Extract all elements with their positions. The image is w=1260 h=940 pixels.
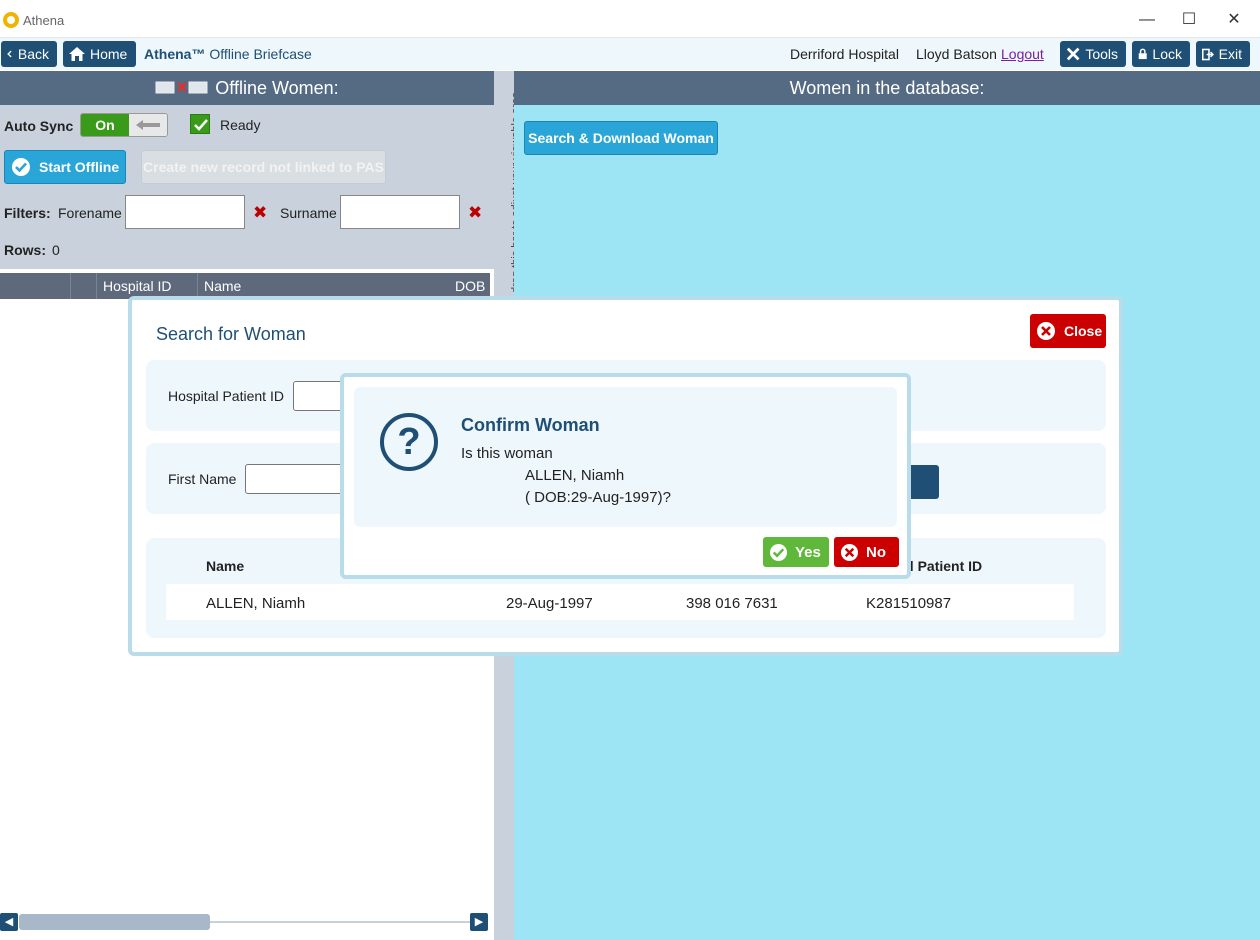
rows-count: 0 [52, 242, 60, 258]
user-name: Lloyd Batson [916, 46, 997, 62]
lock-label: Lock [1152, 46, 1182, 62]
auto-sync-toggle[interactable]: On [80, 113, 168, 137]
result-nhs-number: 398 016 7631 [686, 595, 778, 612]
no-button[interactable]: No [834, 537, 899, 567]
lock-icon [1138, 48, 1147, 60]
back-button[interactable]: Back [1, 41, 57, 67]
filters-label: Filters: [4, 205, 51, 221]
confirm-name: ALLEN, Niamh [525, 467, 625, 484]
exit-icon [1202, 48, 1214, 60]
confirm-woman-dialog: ? Confirm Woman Is this woman ALLEN, Nia… [340, 373, 911, 579]
window-close-button[interactable]: ✕ [1211, 6, 1257, 34]
athena-logo-icon [3, 12, 19, 28]
check-circle-icon [12, 158, 30, 176]
hospital-name: Derriford Hospital [790, 46, 899, 62]
close-button[interactable]: Close [1030, 314, 1106, 348]
database-women-header: Women in the database: [514, 71, 1260, 105]
result-name: ALLEN, Niamh [206, 595, 306, 612]
scroll-thumb[interactable] [19, 914, 210, 930]
close-label: Close [1064, 323, 1103, 339]
clear-forename-icon[interactable]: ✖ [253, 203, 267, 223]
search-dialog-title: Search for Woman [156, 324, 306, 344]
tools-button[interactable]: Tools [1060, 41, 1126, 67]
column-hospital-id[interactable]: Hospital ID [103, 278, 171, 294]
scroll-right-icon[interactable]: ▶ [470, 913, 488, 931]
minimize-button[interactable]: — [1124, 6, 1170, 34]
offline-controls: Auto Sync On Ready Start Offline Create … [0, 105, 494, 269]
auto-sync-label: Auto Sync [4, 118, 74, 134]
home-label: Home [90, 46, 128, 62]
results-name-header: Name [206, 558, 245, 574]
home-icon [69, 47, 85, 61]
main-toolbar: Back Home Athena™ Offline Briefcase Derr… [0, 38, 1260, 70]
close-circle-icon [840, 543, 859, 561]
search-download-button[interactable]: Search & Download Woman [524, 121, 718, 155]
result-row[interactable]: ALLEN, Niamh 29-Aug-1997 398 016 7631 K2… [166, 584, 1074, 620]
rows-label: Rows: [4, 242, 46, 258]
offline-women-title: Offline Women: [215, 77, 339, 98]
offline-computers-icon [155, 81, 208, 94]
maximize-button[interactable]: ☐ [1166, 6, 1212, 34]
surname-filter-input[interactable] [340, 195, 460, 229]
create-record-button[interactable]: Create new record not linked to PAS [141, 150, 386, 184]
home-button[interactable]: Home [63, 41, 136, 67]
confirm-title: Confirm Woman [461, 415, 600, 435]
ready-status: Ready [220, 117, 261, 133]
column-name[interactable]: Name [204, 278, 241, 294]
ready-check-icon [190, 114, 210, 134]
yes-button[interactable]: Yes [763, 537, 829, 567]
hospital-patient-id-label: Hospital Patient ID [168, 388, 284, 404]
lock-button[interactable]: Lock [1132, 41, 1190, 67]
arrow-left-icon [136, 120, 160, 130]
forename-filter-input[interactable] [125, 195, 245, 229]
column-dob[interactable]: DOB [455, 278, 485, 294]
result-patient-id: K281510987 [866, 595, 952, 612]
forename-label: Forename [58, 205, 122, 221]
results-patient-id-header: al Patient ID [902, 558, 983, 574]
exit-label: Exit [1218, 46, 1242, 62]
yes-label: Yes [795, 543, 821, 561]
check-circle-icon [769, 543, 788, 561]
logout-link[interactable]: Logout [1001, 46, 1044, 62]
app-name: Athena™ Offline Briefcase [144, 46, 312, 62]
start-offline-label: Start Offline [39, 159, 120, 175]
offline-women-header: Offline Women: [0, 71, 494, 105]
exit-button[interactable]: Exit [1196, 41, 1250, 67]
scroll-left-icon[interactable]: ◀ [0, 913, 18, 931]
question-icon: ? [380, 413, 438, 471]
start-offline-button[interactable]: Start Offline [4, 150, 126, 184]
horizontal-scrollbar[interactable]: ◀ ▶ [0, 913, 490, 931]
confirm-message-box: ? Confirm Woman Is this woman ALLEN, Nia… [354, 387, 897, 527]
first-name-label: First Name [168, 471, 237, 487]
chevron-left-icon [7, 50, 12, 58]
tools-icon [1066, 47, 1080, 61]
surname-label: Surname [280, 205, 337, 221]
no-label: No [866, 543, 886, 561]
confirm-dob: ( DOB:29-Aug-1997)? [525, 489, 671, 506]
window-title: Athena [23, 13, 65, 28]
back-label: Back [17, 46, 49, 62]
tools-label: Tools [1085, 46, 1118, 62]
result-dob: 29-Aug-1997 [506, 595, 593, 612]
clear-surname-icon[interactable]: ✖ [468, 203, 482, 223]
close-circle-icon [1037, 322, 1055, 340]
confirm-question: Is this woman [461, 445, 553, 462]
window-titlebar: Athena — ☐ ✕ [0, 0, 1260, 38]
toggle-state: On [81, 114, 129, 136]
